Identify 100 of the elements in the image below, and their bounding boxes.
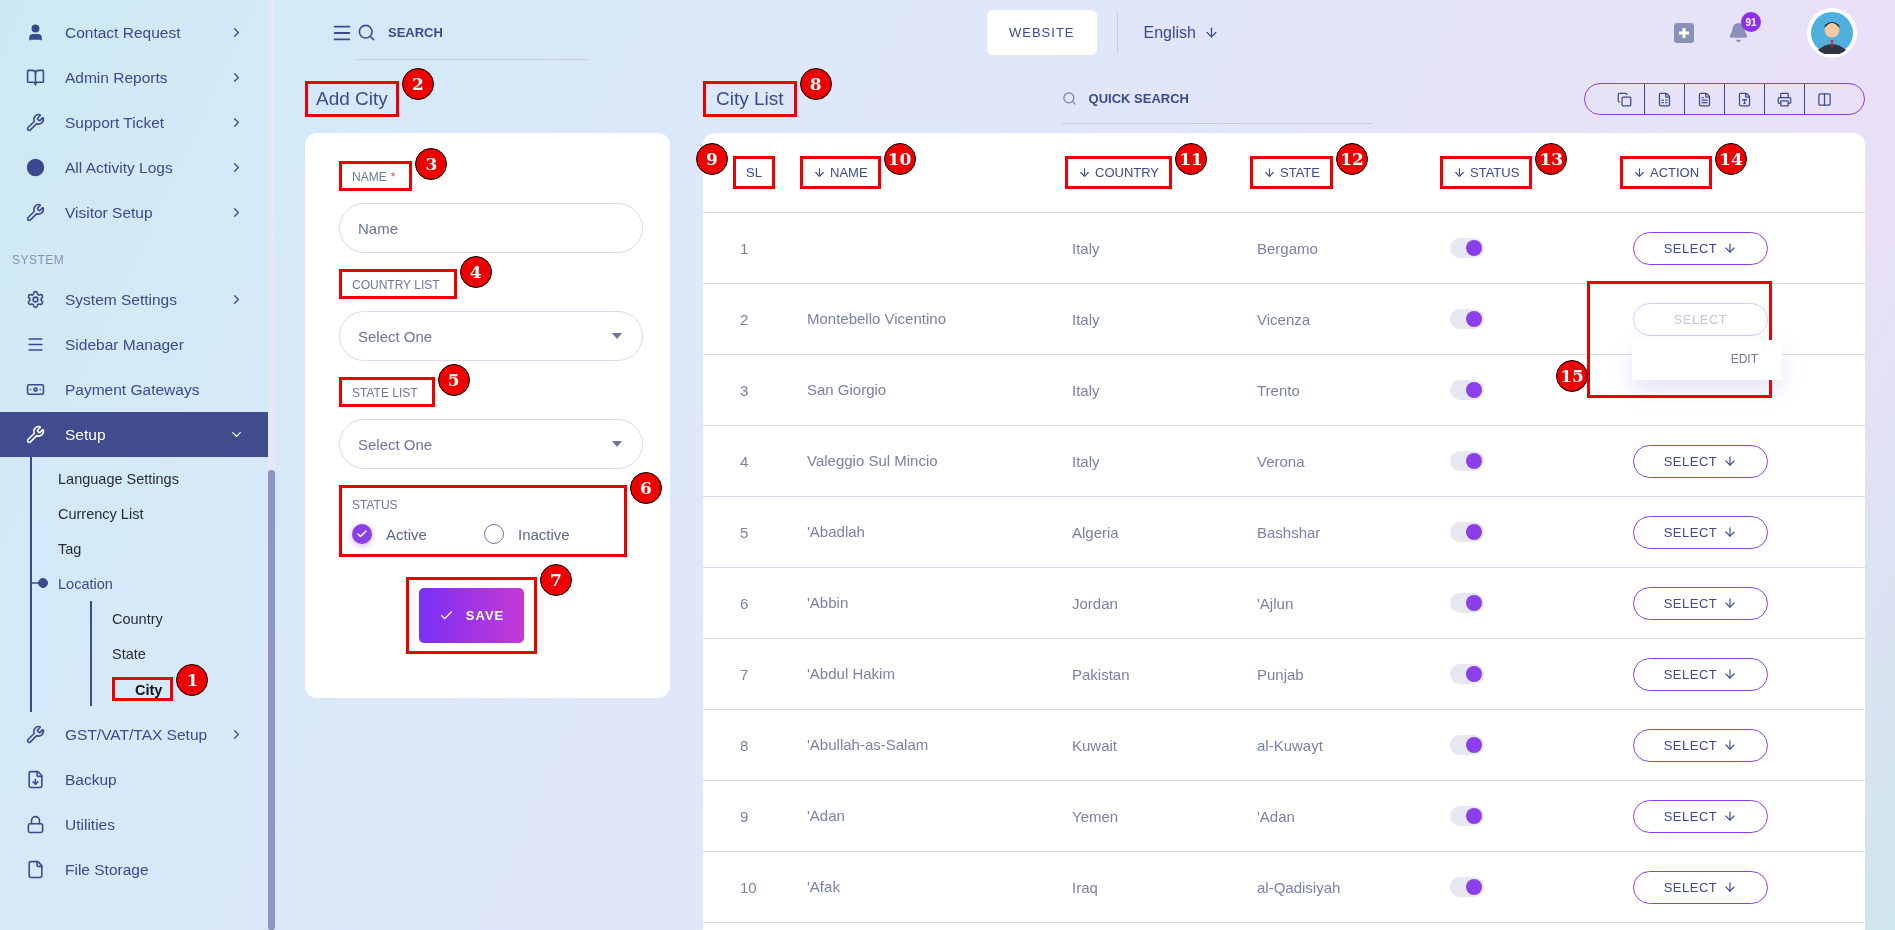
sidebar-item[interactable]: Admin Reports bbox=[0, 55, 268, 100]
status-toggle[interactable] bbox=[1450, 451, 1484, 471]
callout-number: 5 bbox=[437, 364, 470, 396]
avatar-icon[interactable] bbox=[1811, 11, 1853, 54]
select-button[interactable]: SELECT bbox=[1633, 657, 1768, 691]
table-cell-text: Italy bbox=[1071, 452, 1101, 470]
sidebar-item[interactable]: Utilities bbox=[0, 802, 268, 847]
callout-number: 6 bbox=[630, 472, 662, 504]
status-toggle[interactable] bbox=[1450, 309, 1484, 329]
arrow-down-icon bbox=[1633, 166, 1646, 179]
table-cell-text: 10 bbox=[739, 878, 758, 896]
select-field[interactable]: Select One bbox=[339, 311, 643, 361]
sidebar-subitem[interactable]: Currency List bbox=[58, 505, 144, 522]
callout-number: 7 bbox=[540, 564, 572, 596]
table-cell-text: Kuwait bbox=[1071, 736, 1119, 754]
select-button[interactable]: SELECT bbox=[1633, 444, 1768, 478]
select-field[interactable]: Select One bbox=[339, 419, 643, 469]
table-cell-text: Punjab bbox=[1256, 665, 1305, 683]
field-label: COUNTRY LIST bbox=[352, 278, 440, 292]
status-toggle[interactable] bbox=[1450, 380, 1484, 400]
status-toggle[interactable] bbox=[1450, 877, 1484, 897]
select-button[interactable]: SELECT bbox=[1633, 728, 1768, 762]
radio-label[interactable]: Inactive bbox=[518, 525, 570, 543]
status-toggle[interactable] bbox=[1450, 522, 1484, 542]
save-button[interactable]: SAVE bbox=[419, 588, 524, 643]
menu-item[interactable]: EDIT bbox=[1730, 352, 1782, 366]
document-icon bbox=[1697, 91, 1712, 107]
callout-number: 3 bbox=[415, 148, 448, 180]
select-button[interactable]: SELECT bbox=[1633, 231, 1768, 265]
status-toggle[interactable] bbox=[1450, 664, 1484, 684]
sidebar-subitem[interactable]: City bbox=[135, 681, 163, 698]
status-toggle[interactable] bbox=[1450, 735, 1484, 755]
callout-number: 9 bbox=[696, 143, 728, 175]
table-cell-text: 'Abdul Hakim bbox=[806, 665, 895, 682]
field-label: STATE LIST bbox=[352, 386, 418, 400]
column-header[interactable]: ACTION bbox=[1627, 165, 1706, 180]
table-cell-text: 'Abbin bbox=[806, 594, 849, 611]
table-cell-text: 'Adan bbox=[806, 807, 845, 824]
callout-number: 12 bbox=[1335, 143, 1368, 175]
website-button[interactable]: WEBSITE bbox=[987, 10, 1097, 55]
book-icon bbox=[26, 68, 45, 87]
sidebar-subitem[interactable]: Tag bbox=[58, 540, 82, 557]
spreadsheet-icon bbox=[1657, 91, 1672, 107]
table-cell-text: Italy bbox=[1071, 310, 1101, 328]
print-icon bbox=[1777, 91, 1792, 107]
table-cell-text: 3 bbox=[739, 381, 750, 399]
sidebar-item[interactable]: GST/VAT/TAX Setup bbox=[0, 712, 268, 757]
file-icon bbox=[1737, 91, 1752, 107]
arrow-down-icon bbox=[813, 166, 826, 179]
radio-button[interactable] bbox=[352, 524, 372, 544]
callout-number: 10 bbox=[883, 143, 916, 175]
quick-search-field[interactable]: QUICK SEARCH bbox=[1086, 90, 1237, 107]
add-icon[interactable] bbox=[1674, 22, 1694, 43]
select-button[interactable]: SELECT bbox=[1633, 586, 1768, 620]
field-label: NAME * bbox=[352, 170, 396, 184]
sidebar-item[interactable]: Support Ticket bbox=[0, 100, 268, 145]
status-toggle[interactable] bbox=[1450, 806, 1484, 826]
sidebar-item[interactable]: Setup bbox=[0, 412, 268, 457]
column-header[interactable]: STATUS bbox=[1447, 165, 1526, 180]
column-header[interactable]: NAME bbox=[807, 165, 874, 180]
sidebar-item[interactable]: Sidebar Manager bbox=[0, 322, 268, 367]
columns-icon bbox=[1817, 91, 1832, 107]
search-field[interactable]: SEARCH bbox=[386, 23, 536, 41]
sidebar-item[interactable]: File Storage bbox=[0, 847, 268, 892]
table-cell-text: 2 bbox=[739, 310, 750, 328]
sidebar-item[interactable]: Contact Request bbox=[0, 10, 268, 55]
column-header[interactable]: STATE bbox=[1257, 165, 1326, 180]
select-button[interactable]: SELECT bbox=[1633, 799, 1768, 833]
language-selector[interactable]: English bbox=[1137, 22, 1225, 43]
sidebar-item[interactable]: Backup bbox=[0, 757, 268, 802]
radio-label[interactable]: Active bbox=[386, 525, 427, 543]
sidebar-subitem[interactable]: State bbox=[112, 645, 146, 662]
wrench-icon bbox=[26, 425, 45, 444]
sidebar-item[interactable]: All Activity Logs bbox=[0, 145, 268, 190]
column-header[interactable]: COUNTRY bbox=[1072, 165, 1166, 180]
table-cell-text: Italy bbox=[1071, 239, 1101, 257]
sidebar-subitem[interactable]: Country bbox=[112, 610, 163, 627]
sidebar-subitem[interactable]: Location bbox=[58, 575, 113, 592]
sidebar-item[interactable]: Visitor Setup bbox=[0, 190, 268, 235]
radio-button[interactable] bbox=[484, 524, 504, 544]
sidebar-item[interactable]: System Settings bbox=[0, 277, 268, 322]
arrow-down-icon bbox=[1204, 25, 1219, 40]
table-cell-text: 'Abadlah bbox=[806, 523, 865, 540]
sidebar-item[interactable]: Payment Gateways bbox=[0, 367, 268, 412]
copy-icon bbox=[1617, 91, 1632, 107]
scrollbar[interactable] bbox=[268, 0, 275, 930]
column-header[interactable]: SL bbox=[740, 165, 768, 180]
sidebar-subitem[interactable]: Language Settings bbox=[58, 470, 179, 487]
table-cell-text: Yemen bbox=[1071, 807, 1120, 825]
name-input[interactable]: Name bbox=[339, 203, 643, 253]
table-cell-text: Valeggio Sul Mincio bbox=[806, 452, 938, 469]
callout-number: 13 bbox=[1535, 143, 1568, 175]
field-label: STATUS bbox=[352, 498, 399, 512]
status-toggle[interactable] bbox=[1450, 593, 1484, 613]
select-button[interactable]: SELECT bbox=[1633, 515, 1768, 549]
table-cell-text: Italy bbox=[1071, 381, 1101, 399]
file-download-icon bbox=[26, 770, 45, 789]
status-toggle[interactable] bbox=[1450, 238, 1484, 258]
table-cell-text: 'Ajlun bbox=[1256, 594, 1295, 612]
select-button[interactable]: SELECT bbox=[1633, 870, 1768, 904]
